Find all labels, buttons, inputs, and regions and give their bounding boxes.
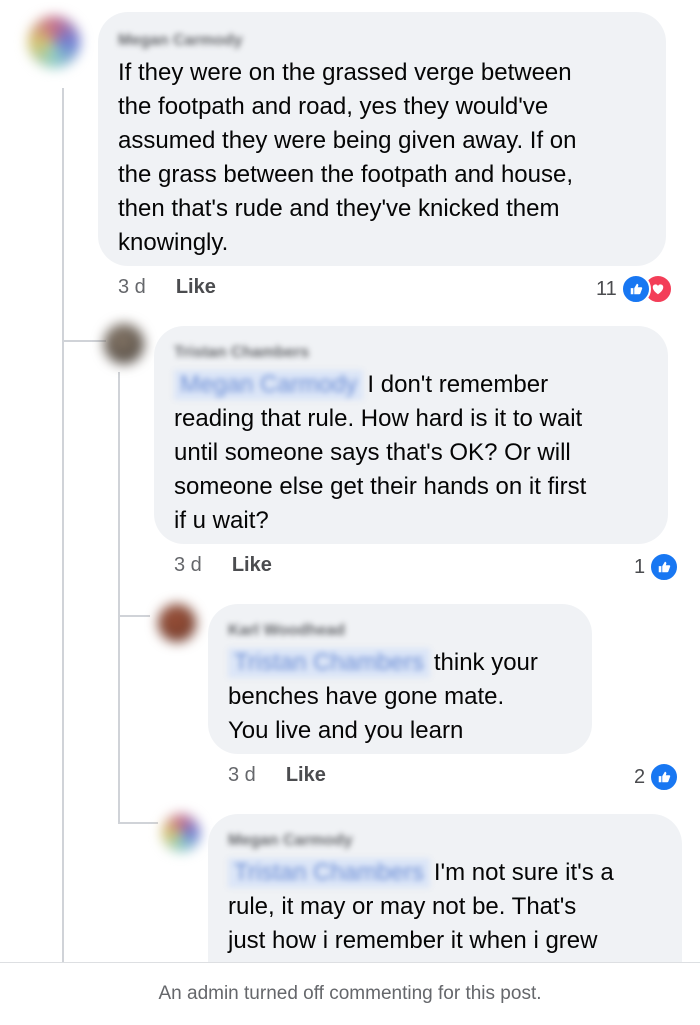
mention-link[interactable]: Megan Carmody xyxy=(174,370,364,400)
like-icon xyxy=(649,762,680,792)
reaction-count: 1 xyxy=(634,555,646,578)
comment-timestamp[interactable]: 3 d xyxy=(118,276,146,298)
avatar[interactable] xyxy=(104,324,144,364)
comments-disabled-notice: An admin turned off commenting for this … xyxy=(0,962,700,1025)
mention-link[interactable]: Tristan Chambers xyxy=(228,648,430,678)
comment-meta: 3 d Like xyxy=(174,554,272,577)
reaction-summary[interactable]: 1 xyxy=(634,552,680,582)
comment-content: Tristan Chambers think your benches have … xyxy=(228,646,572,748)
comment-timestamp[interactable]: 3 d xyxy=(174,554,202,576)
comment-content: Megan Carmody I don't remember reading th… xyxy=(174,368,648,538)
comment-bubble: Tristan Chambers Megan Carmody I don't re… xyxy=(154,326,668,544)
comment-meta: 3 d Like xyxy=(228,764,326,787)
like-icon xyxy=(620,274,651,304)
reaction-summary[interactable]: 2 xyxy=(634,762,680,792)
avatar[interactable] xyxy=(158,604,196,642)
comment-author[interactable]: Megan Carmody xyxy=(118,33,646,49)
mention-link[interactable]: Tristan Chambers xyxy=(228,858,430,888)
thread-connector-reply-3 xyxy=(118,822,158,824)
reaction-summary[interactable]: 11 xyxy=(596,274,673,304)
reaction-count: 11 xyxy=(596,277,617,300)
avatar[interactable] xyxy=(162,814,200,852)
notice-text: An admin turned off commenting for this … xyxy=(158,983,542,1004)
comment-author[interactable]: Tristan Chambers xyxy=(174,345,648,361)
like-button[interactable]: Like xyxy=(286,764,326,786)
comment-meta: 3 d Like xyxy=(118,276,216,299)
thread-connector-reply-1 xyxy=(62,340,106,342)
like-button[interactable]: Like xyxy=(176,276,216,298)
thread-line-reply-level xyxy=(118,372,120,822)
reaction-count: 2 xyxy=(634,765,646,788)
like-icon xyxy=(649,552,680,582)
comment-bubble: Megan Carmody If they were on the grasse… xyxy=(98,12,666,266)
comment-author[interactable]: Karl Woodhead xyxy=(228,623,572,639)
thread-line-main xyxy=(62,88,64,968)
thread-connector-reply-2 xyxy=(118,615,150,617)
comment-timestamp[interactable]: 3 d xyxy=(228,764,256,786)
comment-text: If they were on the grassed verge betwee… xyxy=(118,59,577,256)
comment-author[interactable]: Megan Carmody xyxy=(228,833,662,849)
avatar[interactable] xyxy=(28,16,80,68)
comment-bubble: Karl Woodhead Tristan Chambers think your… xyxy=(208,604,592,754)
comment-content: Tristan Chambers I'm not sure it's a rule… xyxy=(228,856,662,958)
like-button[interactable]: Like xyxy=(232,554,272,576)
